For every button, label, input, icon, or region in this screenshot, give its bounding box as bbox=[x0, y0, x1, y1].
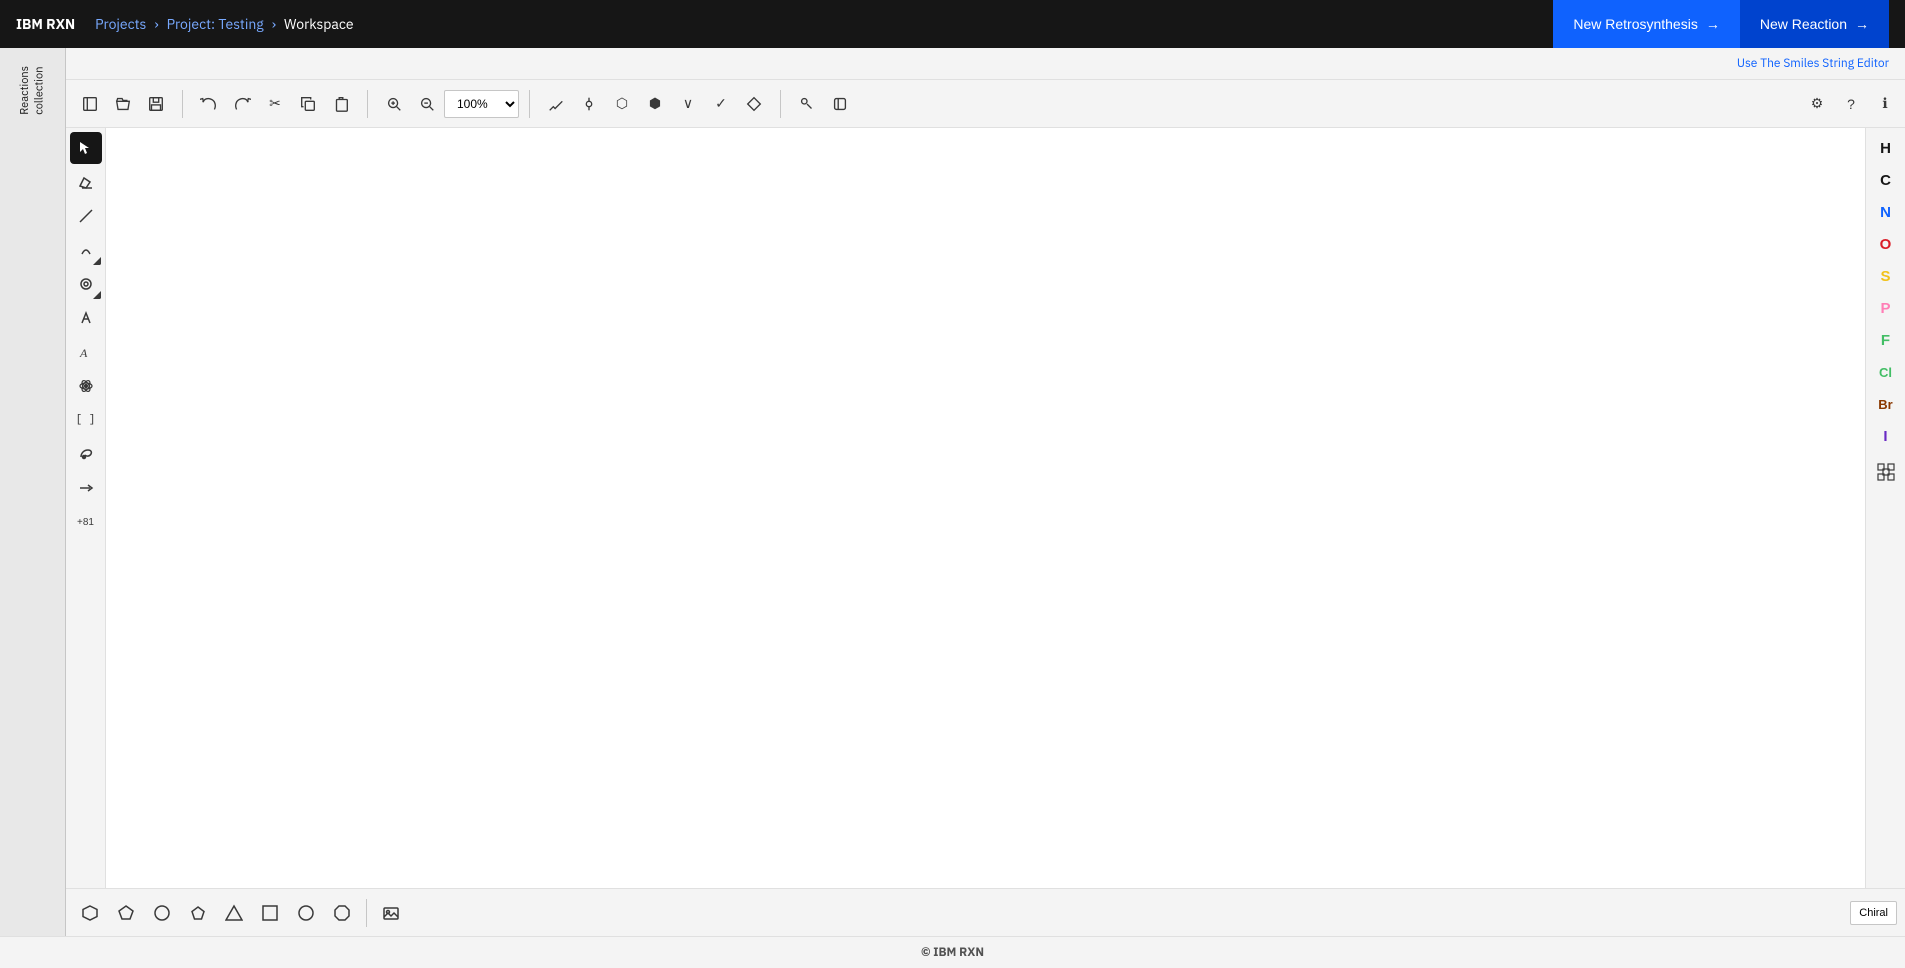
element-O[interactable]: O bbox=[1868, 228, 1904, 260]
editor-container: Use The Smiles String Editor bbox=[66, 48, 1905, 936]
shape-image-btn[interactable] bbox=[375, 897, 407, 929]
tool-bond-sub[interactable] bbox=[70, 234, 102, 266]
toolbar-divider-2 bbox=[367, 90, 368, 118]
shape-circle2[interactable] bbox=[290, 897, 322, 929]
brand-text: IBM RXN bbox=[16, 15, 75, 33]
subtool-indicator-2 bbox=[93, 291, 101, 299]
element-table-btn[interactable] bbox=[1870, 456, 1902, 488]
arrow-right-icon-2: → bbox=[1855, 16, 1869, 32]
zoom-select[interactable]: 100% 50% 75% 125% 150% 200% bbox=[444, 90, 519, 118]
shape-square[interactable] bbox=[254, 897, 286, 929]
toolbar-check-btn[interactable]: ✓ bbox=[705, 88, 737, 120]
breadcrumb-sep-1: › bbox=[154, 15, 158, 33]
shape-pentagon[interactable] bbox=[110, 897, 142, 929]
toolbar-ring-btn[interactable]: ⬡ bbox=[606, 88, 638, 120]
toolbar-save-btn[interactable] bbox=[140, 88, 172, 120]
toolbar-rgroup-group bbox=[787, 88, 860, 120]
main-layout: Reactions collection Use The Smiles Stri… bbox=[0, 48, 1905, 936]
element-P[interactable]: P bbox=[1868, 292, 1904, 324]
toolbar-undo-btn[interactable] bbox=[193, 88, 225, 120]
element-I[interactable]: I bbox=[1868, 420, 1904, 452]
toolbar-cut-btn[interactable]: ✂ bbox=[259, 88, 291, 120]
toolbar-stereo-btn[interactable]: ∨ bbox=[672, 88, 704, 120]
shape-triangle[interactable] bbox=[218, 897, 250, 929]
bottom-divider bbox=[366, 899, 367, 927]
footer: © IBM RXN bbox=[0, 936, 1905, 968]
nav-actions: New Retrosynthesis → New Reaction → bbox=[1553, 0, 1889, 48]
breadcrumb-workspace: Workspace bbox=[284, 15, 354, 33]
toolbar-redo-btn[interactable] bbox=[226, 88, 258, 120]
tool-single-bond[interactable] bbox=[70, 200, 102, 232]
bottom-shape-bar: Chiral bbox=[66, 888, 1905, 936]
brand-logo: IBM RXN bbox=[16, 15, 75, 33]
element-S[interactable]: S bbox=[1868, 260, 1904, 292]
toolbar-align-btn[interactable] bbox=[573, 88, 605, 120]
toolbar-sgroup-btn[interactable] bbox=[824, 88, 856, 120]
canvas-area: A [ ] +81 bbox=[66, 128, 1905, 888]
toolbar-file-group bbox=[70, 88, 176, 120]
element-N[interactable]: N bbox=[1868, 196, 1904, 228]
reactions-collection-label[interactable]: Reactions collection bbox=[18, 56, 47, 125]
toolbar-zoom-group: 100% 50% 75% 125% 150% 200% bbox=[374, 88, 523, 120]
new-reaction-button[interactable]: New Reaction → bbox=[1740, 0, 1889, 48]
toolbar-open-btn[interactable] bbox=[107, 88, 139, 120]
element-Br[interactable]: Br bbox=[1868, 388, 1904, 420]
arrow-right-icon: → bbox=[1706, 16, 1720, 32]
toolbar-edit-group: ✂ bbox=[189, 88, 361, 120]
tool-arrow[interactable] bbox=[70, 472, 102, 504]
reactions-sidebar: Reactions collection bbox=[0, 48, 66, 936]
toolbar-divider-4 bbox=[780, 90, 781, 118]
toolbar-zoom-out-btn[interactable] bbox=[411, 88, 443, 120]
main-toolbar: ✂ 100% 50% 75% bbox=[66, 80, 1905, 128]
tool-select[interactable] bbox=[70, 132, 102, 164]
shape-circle-ring[interactable] bbox=[146, 897, 178, 929]
breadcrumb: Projects › Project: Testing › Workspace bbox=[95, 15, 353, 33]
toolbar-structure-group: ⬡ ⬢ ∨ ✓ bbox=[536, 88, 774, 120]
subtool-indicator bbox=[93, 257, 101, 265]
footer-text: © IBM RXN bbox=[921, 945, 984, 960]
toolbar-expand-btn[interactable] bbox=[74, 88, 106, 120]
tool-erase[interactable] bbox=[70, 166, 102, 198]
shape-octagon[interactable] bbox=[326, 897, 358, 929]
tool-stereo[interactable] bbox=[70, 302, 102, 334]
toolbar-settings-btn[interactable]: ⚙ bbox=[1801, 88, 1833, 120]
toolbar-info-btn[interactable]: ℹ bbox=[1869, 88, 1901, 120]
tool-charge[interactable]: +81 bbox=[70, 506, 102, 538]
shape-hexagon[interactable] bbox=[74, 897, 106, 929]
tool-ring-generic[interactable] bbox=[70, 268, 102, 300]
toolbar-divider-1 bbox=[182, 90, 183, 118]
bottom-right-area: Chiral bbox=[1850, 901, 1897, 925]
tool-attachment[interactable] bbox=[70, 438, 102, 470]
breadcrumb-projects[interactable]: Projects bbox=[95, 15, 146, 33]
tool-atom[interactable] bbox=[70, 370, 102, 402]
tool-text[interactable]: A bbox=[70, 336, 102, 368]
tool-bracket[interactable]: [ ] bbox=[70, 404, 102, 436]
toolbar-zoom-in-btn[interactable] bbox=[378, 88, 410, 120]
chiral-button[interactable]: Chiral bbox=[1850, 901, 1897, 925]
toolbar-paste-btn[interactable] bbox=[325, 88, 357, 120]
element-H[interactable]: H bbox=[1868, 132, 1904, 164]
new-retrosynthesis-button[interactable]: New Retrosynthesis → bbox=[1553, 0, 1740, 48]
toolbar-divider-3 bbox=[529, 90, 530, 118]
toolbar-right-group: ⚙ ? ℹ bbox=[1801, 88, 1901, 120]
element-F[interactable]: F bbox=[1868, 324, 1904, 356]
toolbar-calc-btn[interactable] bbox=[738, 88, 770, 120]
drawing-canvas[interactable] bbox=[106, 128, 1865, 888]
top-navigation: IBM RXN Projects › Project: Testing › Wo… bbox=[0, 0, 1905, 48]
smiles-bar: Use The Smiles String Editor bbox=[66, 48, 1905, 80]
breadcrumb-project-testing[interactable]: Project: Testing bbox=[167, 15, 264, 33]
breadcrumb-sep-2: › bbox=[272, 15, 276, 33]
element-Cl[interactable]: Cl bbox=[1868, 356, 1904, 388]
smiles-editor-link[interactable]: Use The Smiles String Editor bbox=[1737, 56, 1889, 71]
toolbar-copy-btn[interactable] bbox=[292, 88, 324, 120]
toolbar-clean-btn[interactable] bbox=[540, 88, 572, 120]
left-toolbox: A [ ] +81 bbox=[66, 128, 106, 888]
element-C[interactable]: C bbox=[1868, 164, 1904, 196]
element-panel: H C N O S P F Cl Br I bbox=[1865, 128, 1905, 888]
svg-text:A: A bbox=[79, 346, 88, 360]
toolbar-rgroup-btn[interactable] bbox=[791, 88, 823, 120]
toolbar-help-btn[interactable]: ? bbox=[1835, 88, 1867, 120]
shape-pentagon2[interactable] bbox=[182, 897, 214, 929]
toolbar-aromatic-btn[interactable]: ⬢ bbox=[639, 88, 671, 120]
